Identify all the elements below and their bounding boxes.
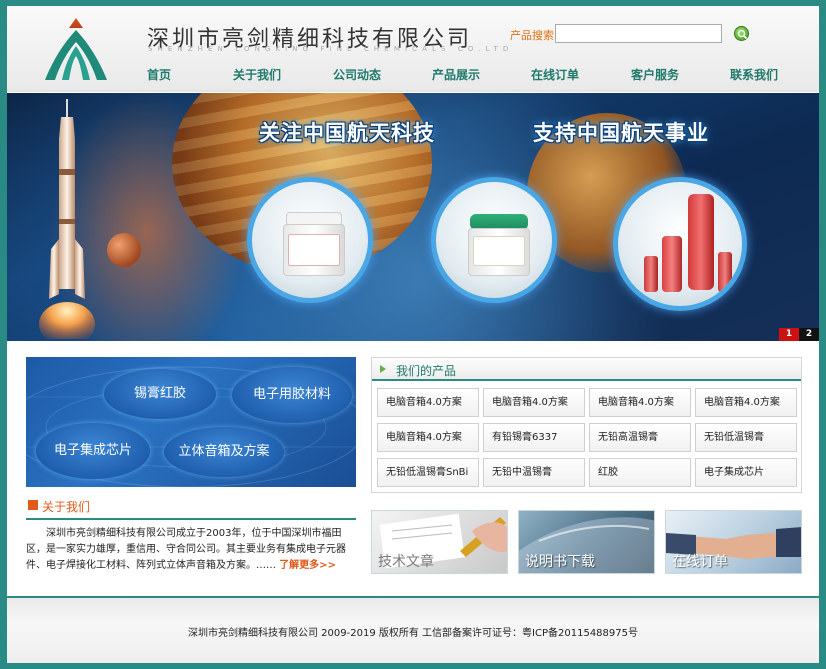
company-name-english: SHENZHEN LONGKING FINE CHEMICALS CO.LTD xyxy=(148,45,514,53)
products-panel: 我们的产品 电脑音箱4.0方案 电脑音箱4.0方案 电脑音箱4.0方案 电脑音箱… xyxy=(371,357,802,493)
search-input[interactable] xyxy=(555,24,722,43)
banner-slogan-left: 关注中国航天科技 xyxy=(259,121,435,145)
footer-copyright: 深圳市亮剑精细科技有限公司 2009-2019 版权所有 工信部备案许可证号：粤… xyxy=(188,628,638,639)
nav-orders[interactable]: 在线订单 xyxy=(531,66,579,83)
category-panel: 锡膏红胶 电子用胶材料 电子集成芯片 立体音箱及方案 xyxy=(26,357,356,487)
service-tech-articles[interactable]: 技术文章 xyxy=(371,510,508,574)
product-item[interactable]: 电脑音箱4.0方案 xyxy=(483,388,585,417)
nav-about[interactable]: 关于我们 xyxy=(233,66,281,83)
category-solder-paste[interactable]: 锡膏红胶 xyxy=(104,369,216,419)
product-item[interactable]: 电脑音箱4.0方案 xyxy=(695,388,797,417)
category-speakers[interactable]: 立体音箱及方案 xyxy=(164,427,284,477)
moon-decoration xyxy=(107,233,141,267)
search-label: 产品搜索 xyxy=(510,29,554,42)
product-item[interactable]: 电脑音箱4.0方案 xyxy=(589,388,691,417)
main-nav: 首页 关于我们 公司动态 产品展示 在线订单 客户服务 联系我们 xyxy=(7,66,819,88)
orange-square-icon xyxy=(28,500,38,510)
banner-page-2[interactable]: 2 xyxy=(799,328,819,341)
banner-slideshow[interactable]: 关注中国航天科技 支持中国航天事业 1 2 xyxy=(7,93,819,341)
product-item[interactable]: 电脑音箱4.0方案 xyxy=(377,388,479,417)
nav-contact[interactable]: 联系我们 xyxy=(730,66,778,83)
nav-products[interactable]: 产品展示 xyxy=(432,66,480,83)
product-item[interactable]: 无铅中温锡膏 xyxy=(483,458,585,487)
nav-service[interactable]: 客户服务 xyxy=(631,66,679,83)
product-item[interactable]: 无铅低温锡膏SnBi xyxy=(377,458,479,487)
service-online-order[interactable]: 在线订单 xyxy=(665,510,802,574)
product-photo-white-jar[interactable] xyxy=(247,177,373,303)
green-arrow-icon xyxy=(380,365,386,373)
product-item[interactable]: 有铅锡膏6337 xyxy=(483,423,585,452)
about-text: 深圳市亮剑精细科技有限公司成立于2003年，位于中国深圳市福田区，是一家实力雄厚… xyxy=(26,526,358,574)
product-photo-red-tubes[interactable] xyxy=(613,177,747,311)
about-more-link[interactable]: 了解更多>> xyxy=(279,560,336,571)
banner-slogan-right: 支持中国航天事业 xyxy=(533,121,709,145)
search-button[interactable] xyxy=(734,26,749,41)
product-photo-green-jar[interactable] xyxy=(431,177,557,303)
product-item[interactable]: 电子集成芯片 xyxy=(695,458,797,487)
product-item[interactable]: 无铅低温锡膏 xyxy=(695,423,797,452)
category-chips[interactable]: 电子集成芯片 xyxy=(36,423,150,479)
nav-news[interactable]: 公司动态 xyxy=(333,66,381,83)
products-header: 我们的产品 xyxy=(372,358,801,381)
service-manual-download[interactable]: 说明书下载 xyxy=(518,510,655,574)
page: 深圳市亮剑精细科技有限公司 SHENZHEN LONGKING FINE CHE… xyxy=(7,6,819,663)
service-label: 说明书下载 xyxy=(525,554,595,570)
search-go-icon xyxy=(737,29,748,40)
category-adhesive[interactable]: 电子用胶材料 xyxy=(232,367,352,423)
banner-page-1[interactable]: 1 xyxy=(779,328,799,341)
product-item[interactable]: 红胶 xyxy=(589,458,691,487)
about-title[interactable]: 关于我们 xyxy=(42,498,90,515)
rocket-illustration xyxy=(39,99,95,339)
service-label: 技术文章 xyxy=(378,554,434,570)
product-item[interactable]: 无铅高温锡膏 xyxy=(589,423,691,452)
service-label: 在线订单 xyxy=(672,554,728,570)
products-title[interactable]: 我们的产品 xyxy=(396,362,456,379)
header: 深圳市亮剑精细科技有限公司 SHENZHEN LONGKING FINE CHE… xyxy=(7,6,819,92)
footer: 深圳市亮剑精细科技有限公司 2009-2019 版权所有 工信部备案许可证号：粤… xyxy=(7,596,819,663)
product-item[interactable]: 电脑音箱4.0方案 xyxy=(377,423,479,452)
nav-home[interactable]: 首页 xyxy=(147,66,171,83)
about-header: 关于我们 xyxy=(26,498,356,520)
banner-pager: 1 2 xyxy=(779,328,819,341)
